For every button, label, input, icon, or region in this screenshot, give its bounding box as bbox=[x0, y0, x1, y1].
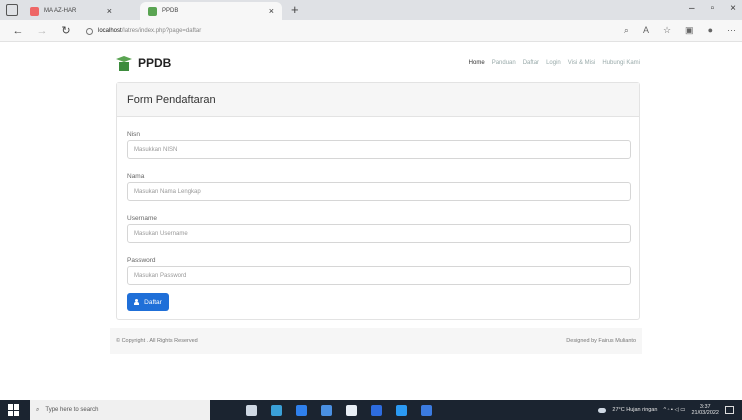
designer-credit: Designed by Fairus Mulianto bbox=[566, 338, 636, 344]
tab-favicon-icon bbox=[30, 6, 39, 16]
site-info-icon[interactable] bbox=[86, 27, 93, 35]
nav-link-daftar[interactable]: Daftar bbox=[523, 60, 539, 66]
forward-icon[interactable]: → bbox=[36, 25, 48, 37]
site-brand[interactable]: PPDB bbox=[138, 56, 171, 70]
nav-link-login[interactable]: Login bbox=[546, 60, 561, 66]
taskbar-search[interactable]: ⌕ Type here to search bbox=[30, 400, 210, 420]
browser-tab-bar: MA AZ-HAR × PPDB × + – ▫ × bbox=[0, 0, 742, 20]
zoom-icon[interactable]: ⌕ bbox=[624, 25, 629, 36]
password-input[interactable]: Masukan Password bbox=[127, 266, 631, 285]
store-icon[interactable] bbox=[346, 404, 357, 416]
task-view-icon[interactable] bbox=[246, 404, 257, 416]
maximize-icon[interactable]: ▫ bbox=[711, 3, 715, 14]
close-tab-icon[interactable]: × bbox=[107, 6, 112, 16]
window-controls: – ▫ × bbox=[689, 3, 736, 14]
close-tab-icon[interactable]: × bbox=[269, 6, 274, 16]
site-footer: © Copyright . All Rights Reserved Design… bbox=[110, 328, 642, 354]
browser-tab-inactive[interactable]: MA AZ-HAR × bbox=[22, 2, 120, 20]
system-tray: 27°C Hujan ringan ^ ◦ ▪ ◁ ▭ 3:37 21/03/2… bbox=[598, 404, 742, 416]
back-icon[interactable]: ← bbox=[12, 25, 24, 37]
nisn-label: Nisn bbox=[127, 131, 141, 138]
registration-card: Form Pendaftaran Nisn Masukkan NISN Nama… bbox=[116, 82, 640, 320]
nav-link-hubungi-kami[interactable]: Hubungi Kami bbox=[602, 60, 640, 66]
nama-input[interactable]: Masukan Nama Lengkap bbox=[127, 182, 631, 201]
search-icon: ⌕ bbox=[36, 406, 40, 413]
form-title: Form Pendaftaran bbox=[117, 83, 639, 117]
page-content: PPDB Home Panduan Daftar Login Visi & Mi… bbox=[0, 42, 742, 400]
url-field[interactable]: localhost /latres/index.php?page=daftar bbox=[86, 23, 576, 39]
password-label: Password bbox=[127, 257, 156, 264]
windows-start-icon[interactable] bbox=[8, 404, 20, 416]
nav-link-home[interactable]: Home bbox=[469, 60, 485, 66]
school-logo-icon bbox=[116, 54, 132, 72]
user-plus-icon bbox=[134, 299, 141, 305]
new-tab-icon[interactable]: + bbox=[291, 2, 299, 17]
tab-actions-icon[interactable] bbox=[6, 4, 18, 16]
taskbar-search-placeholder: Type here to search bbox=[45, 407, 99, 413]
taskbar-apps bbox=[246, 404, 432, 416]
app-icon[interactable] bbox=[296, 404, 307, 416]
tab-title: PPDB bbox=[162, 8, 179, 14]
daftar-button[interactable]: Daftar bbox=[127, 293, 169, 311]
username-input[interactable]: Masukan Username bbox=[127, 224, 631, 243]
address-bar: ← → ↻ localhost /latres/index.php?page=d… bbox=[0, 20, 742, 42]
daftar-button-label: Daftar bbox=[144, 298, 162, 306]
vscode-icon[interactable] bbox=[396, 404, 407, 416]
url-host: localhost bbox=[98, 28, 122, 34]
browser-toolbar: ⌕ A ☆ ▣ ● ⋯ bbox=[624, 25, 736, 36]
minimize-icon[interactable]: – bbox=[689, 3, 695, 14]
site-navbar: PPDB Home Panduan Daftar Login Visi & Mi… bbox=[116, 50, 640, 76]
taskbar-clock[interactable]: 3:37 21/03/2022 bbox=[691, 404, 719, 416]
read-aloud-icon[interactable]: A bbox=[643, 25, 649, 36]
mail-icon[interactable] bbox=[371, 404, 382, 416]
favorite-star-icon[interactable]: ☆ bbox=[663, 25, 671, 36]
registration-form: Nisn Masukkan NISN Nama Masukan Nama Len… bbox=[117, 117, 639, 311]
close-window-icon[interactable]: × bbox=[730, 3, 736, 14]
nama-label: Nama bbox=[127, 173, 145, 180]
more-menu-icon[interactable]: ⋯ bbox=[727, 25, 736, 36]
refresh-icon[interactable]: ↻ bbox=[60, 24, 72, 37]
tray-icons[interactable]: ^ ◦ ▪ ◁ ▭ bbox=[663, 407, 685, 413]
tab-favicon-icon bbox=[148, 6, 157, 16]
nav-links: Home Panduan Daftar Login Visi & Misi Hu… bbox=[469, 60, 640, 66]
browser-tab-active[interactable]: PPDB × bbox=[140, 2, 282, 20]
notification-icon[interactable] bbox=[725, 406, 734, 414]
clock-date: 21/03/2022 bbox=[691, 410, 719, 416]
url-path: /latres/index.php?page=daftar bbox=[121, 28, 202, 34]
collections-icon[interactable]: ▣ bbox=[685, 25, 694, 36]
photos-icon[interactable] bbox=[421, 404, 432, 416]
weather-text[interactable]: 27°C Hujan ringan bbox=[612, 407, 657, 413]
file-explorer-icon[interactable] bbox=[321, 404, 332, 416]
nav-link-visi-misi[interactable]: Visi & Misi bbox=[568, 60, 596, 66]
copyright-text: © Copyright . All Rights Reserved bbox=[116, 338, 198, 344]
nisn-input[interactable]: Masukkan NISN bbox=[127, 140, 631, 159]
tab-title: MA AZ-HAR bbox=[44, 8, 77, 14]
profile-icon[interactable]: ● bbox=[708, 25, 713, 36]
weather-icon bbox=[598, 407, 607, 413]
windows-taskbar: ⌕ Type here to search 27°C Hujan ringan … bbox=[0, 400, 742, 420]
edge-browser-icon[interactable] bbox=[271, 404, 282, 416]
username-label: Username bbox=[127, 215, 157, 222]
nav-link-panduan[interactable]: Panduan bbox=[492, 60, 516, 66]
